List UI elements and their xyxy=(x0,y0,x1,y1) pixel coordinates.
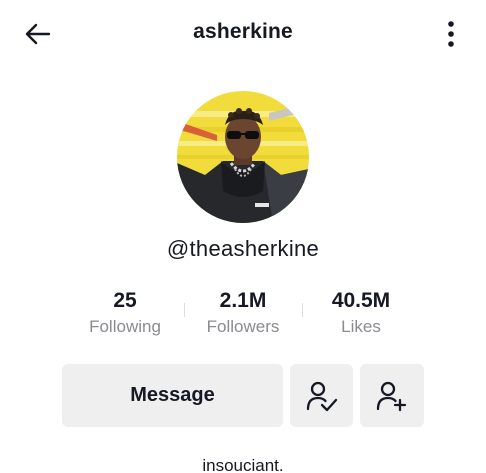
likes-count: 40.5M xyxy=(331,289,391,312)
top-bar: asherkine xyxy=(0,0,486,68)
following-stat[interactable]: 25 Following xyxy=(65,287,185,337)
user-plus-icon xyxy=(376,381,407,411)
followers-stat[interactable]: 2.1M Followers xyxy=(183,287,303,337)
profile-bio: insouciant. xyxy=(202,456,284,473)
following-label: Following xyxy=(89,317,161,336)
followers-count: 2.1M xyxy=(219,289,267,312)
followers-label: Followers xyxy=(206,317,280,336)
profile-stats: 25 Following 2.1M Followers 40.5M Likes xyxy=(0,287,486,347)
user-check-icon xyxy=(306,381,337,411)
likes-label: Likes xyxy=(341,317,381,336)
profile-photo xyxy=(177,91,309,223)
likes-stat[interactable]: 40.5M Likes xyxy=(301,287,421,337)
following-count: 25 xyxy=(113,289,137,312)
profile-username: @theasherkine xyxy=(166,236,320,261)
profile-avatar[interactable] xyxy=(177,91,309,223)
message-button[interactable]: Message xyxy=(62,364,283,427)
add-friend-button[interactable] xyxy=(360,364,424,427)
more-options-button[interactable] xyxy=(436,18,466,50)
more-vertical-icon xyxy=(448,21,454,47)
friends-button[interactable] xyxy=(290,364,353,427)
page-title: asherkine xyxy=(193,20,293,43)
